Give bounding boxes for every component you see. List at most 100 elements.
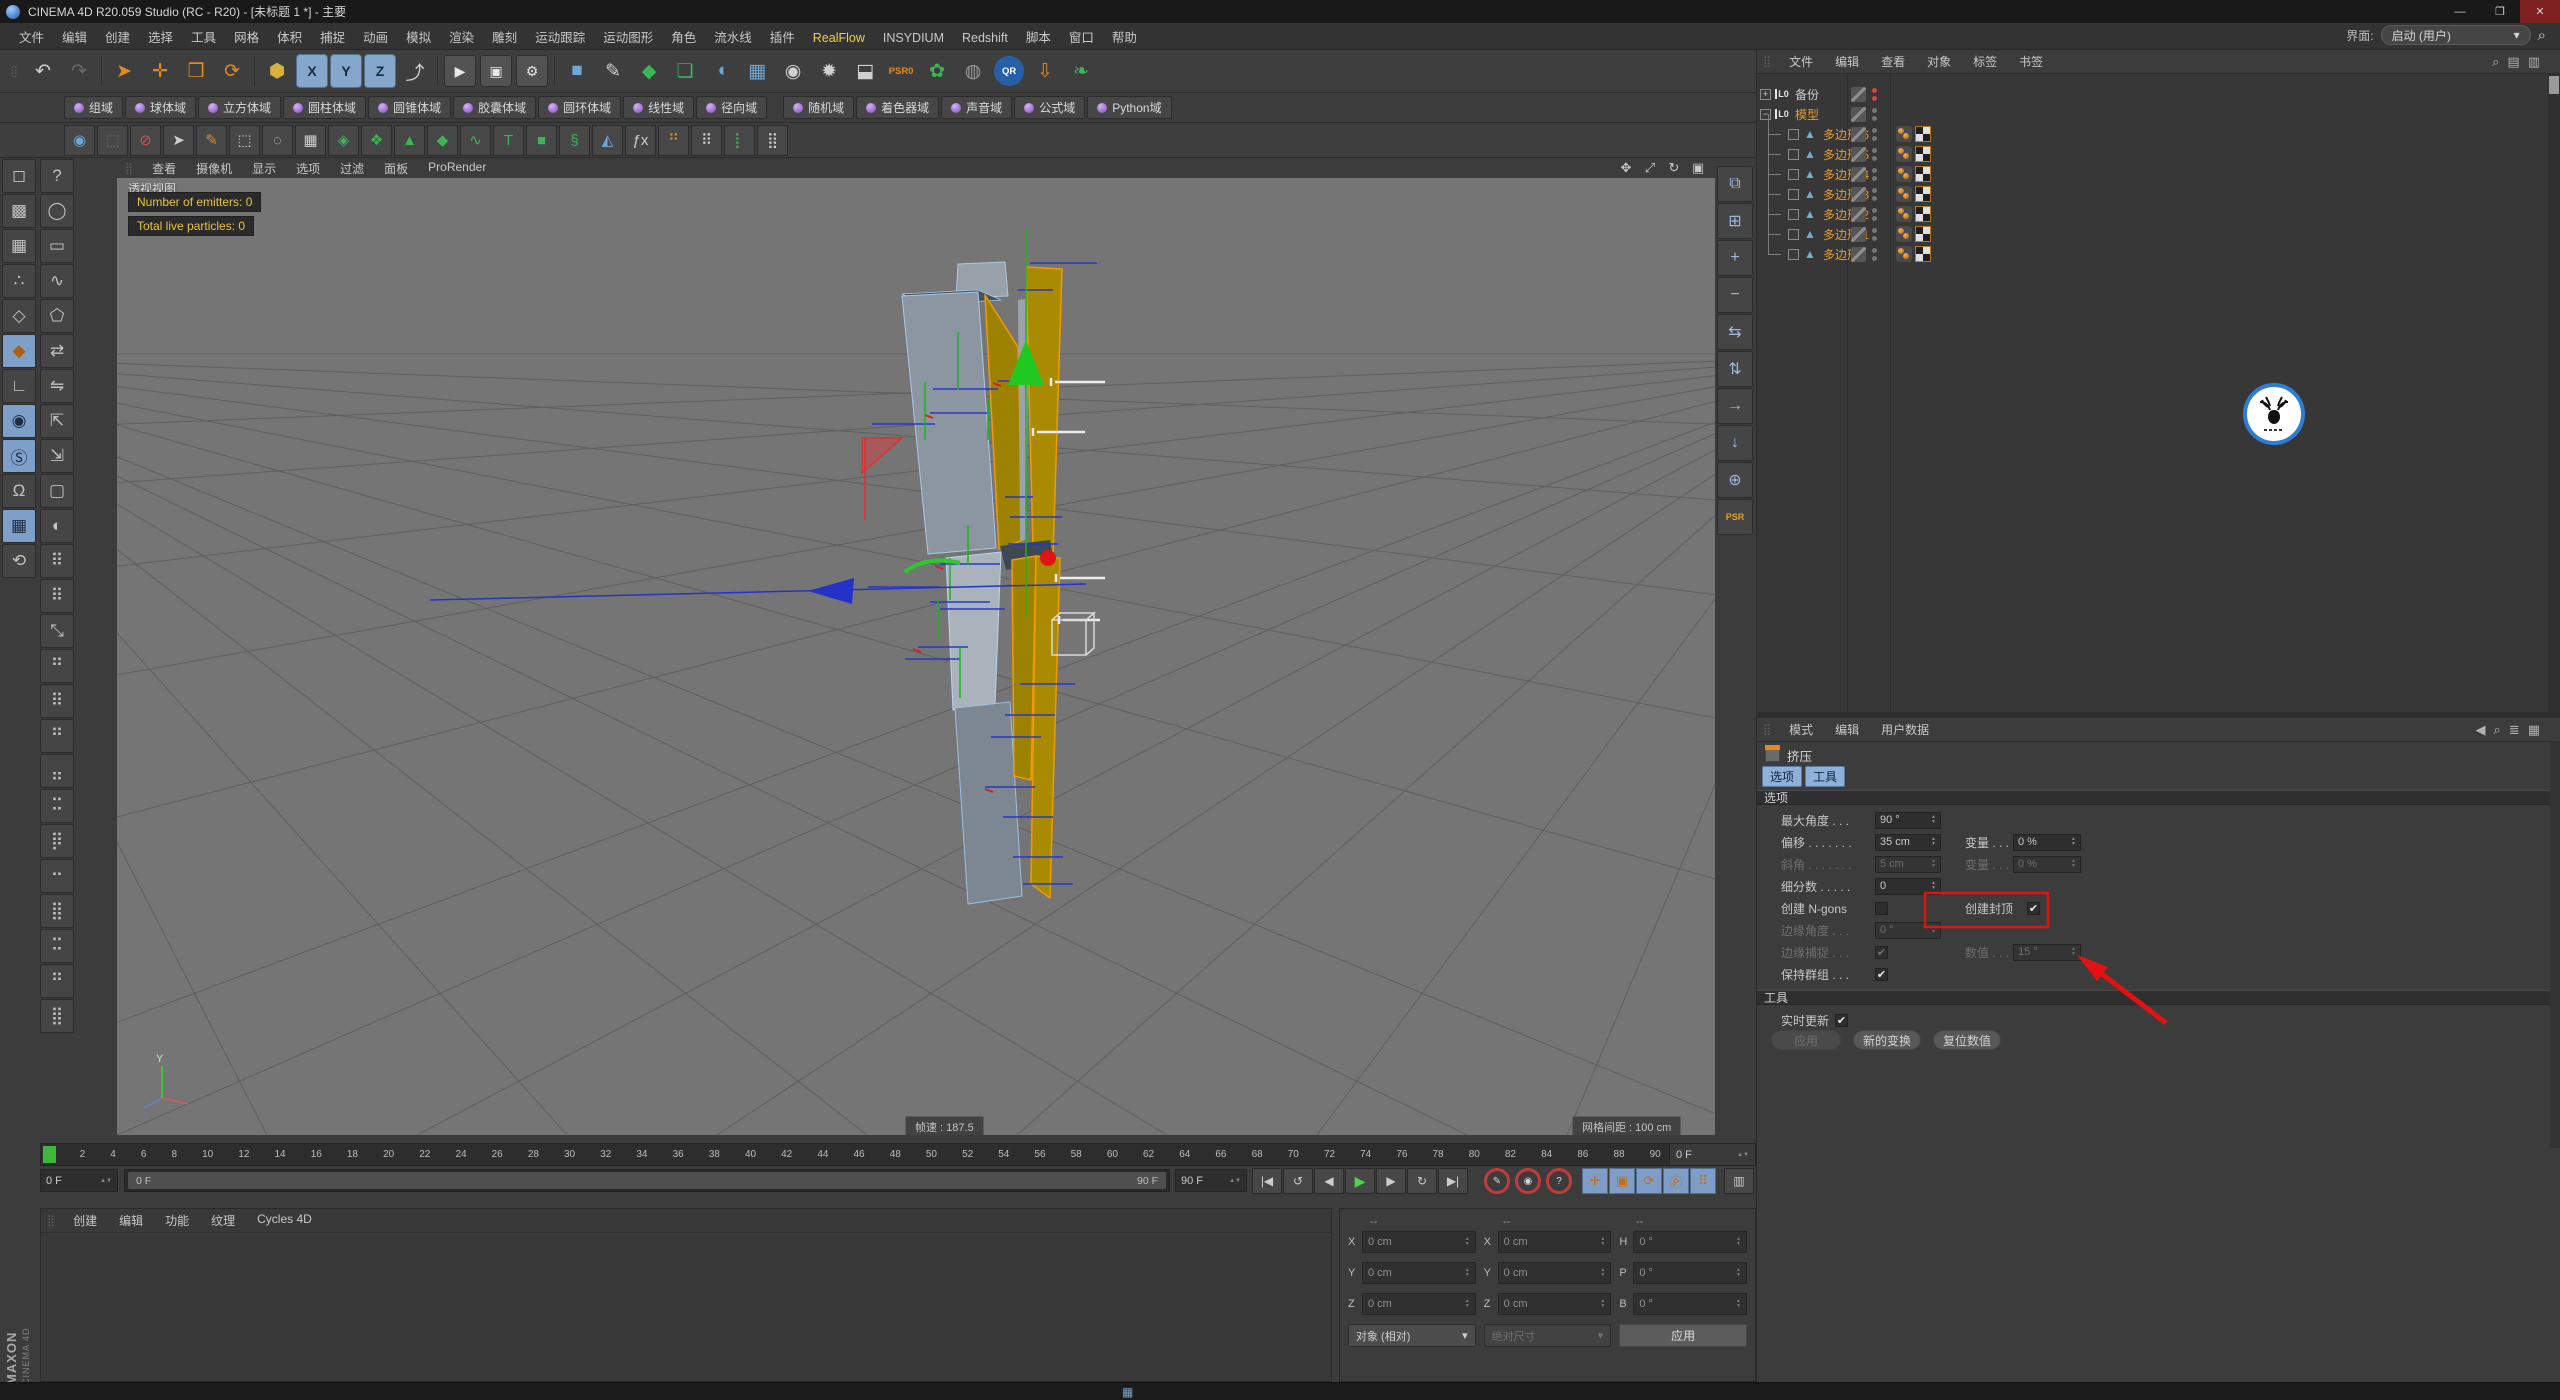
key-scale-icon[interactable]: ▣ <box>1609 1168 1635 1194</box>
menu-item[interactable]: 模拟 <box>397 31 440 45</box>
polygons-mode-icon[interactable]: ◆ <box>2 334 36 368</box>
lock-workplane-icon[interactable]: ▦ <box>2 509 36 543</box>
cloner-icon[interactable]: ◈ <box>328 125 359 156</box>
path-dots-icon[interactable]: ⬚ <box>229 125 260 156</box>
material-grip[interactable]: ⣿ <box>47 1214 54 1227</box>
viewport-solo-icon[interactable]: ◉ <box>2 404 36 438</box>
expander-icon[interactable] <box>1788 169 1799 180</box>
visibility-toggle-icon[interactable] <box>1851 167 1866 182</box>
phong-tag-icon[interactable] <box>1896 166 1912 182</box>
menu-item[interactable]: 雕刻 <box>483 31 526 45</box>
offset-input[interactable]: 35 cm▲▼ <box>1875 834 1941 851</box>
poly-select-icon[interactable]: ⬠ <box>40 299 74 333</box>
render-view-icon[interactable]: ▶ <box>444 55 476 87</box>
toolbar-separator[interactable] <box>250 51 259 91</box>
deformer-icon[interactable]: ◖ <box>703 51 739 91</box>
size-x-input[interactable]: 0 cm▲▼ <box>1498 1231 1612 1253</box>
om-menu-item[interactable]: 标签 <box>1962 53 2008 70</box>
tracer-icon[interactable]: ∿ <box>460 125 491 156</box>
expander-icon[interactable]: + <box>1760 89 1771 100</box>
field-button[interactable]: 随机域 <box>783 96 854 119</box>
object-label[interactable]: 模型 <box>1795 106 1819 123</box>
menu-item[interactable]: 运动跟踪 <box>526 31 594 45</box>
lock-x-axis-icon[interactable]: X <box>296 54 328 88</box>
visibility-dots[interactable] <box>1872 188 1877 201</box>
loop-icon[interactable]: ↻ <box>1407 1168 1437 1194</box>
visibility-dots[interactable] <box>1872 208 1877 221</box>
expander-icon[interactable] <box>1788 209 1799 220</box>
move-tool-icon[interactable]: ✛ <box>142 51 178 91</box>
menu-item[interactable]: 选择 <box>139 31 182 45</box>
uvw-tag-icon[interactable] <box>1915 226 1931 242</box>
rect-select-icon[interactable]: ▭ <box>40 229 74 263</box>
goto-end-icon[interactable]: ▶| <box>1438 1168 1468 1194</box>
dots-pattern-icon[interactable]: ⠛ <box>40 649 74 683</box>
phong-tag-icon[interactable] <box>1896 186 1912 202</box>
psr-strip-icon[interactable]: PSR <box>1717 499 1753 535</box>
coord-apply-button[interactable]: 应用 <box>1619 1324 1747 1347</box>
tools-section-header[interactable]: 工具 <box>1757 990 2550 1005</box>
object-tree-row[interactable]: 多边形.1 <box>1757 224 2546 244</box>
field-button[interactable]: 组域 <box>64 96 123 119</box>
viewport-canvas[interactable]: Y 透视视图 Number of emitters: 0 Total live … <box>117 178 1715 1135</box>
caps-checkbox[interactable]: ✔ <box>2027 902 2040 915</box>
phong-tag-icon[interactable] <box>1896 206 1912 222</box>
viewport-menu-item[interactable]: 查看 <box>142 160 186 177</box>
field-button[interactable]: 着色器域 <box>856 96 939 119</box>
om-search-icon[interactable]: ⌕ <box>2492 54 2499 70</box>
expander-icon[interactable] <box>1788 249 1799 260</box>
menu-item[interactable]: 流水线 <box>705 31 761 45</box>
qr-icon[interactable]: QR <box>994 56 1024 86</box>
attr-list-icon[interactable]: ≣ <box>2509 722 2520 738</box>
viewport-menu-item[interactable]: 摄像机 <box>186 160 242 177</box>
dots-red-icon[interactable]: ⠿ <box>40 544 74 578</box>
menu-item[interactable]: 窗口 <box>1060 31 1103 45</box>
psr-zero-icon[interactable]: PSR0 <box>883 51 919 91</box>
play-icon[interactable]: ▶ <box>1345 1168 1375 1194</box>
view-pan-icon[interactable]: ✥ <box>1617 160 1635 176</box>
visibility-toggle-icon[interactable] <box>1851 87 1866 102</box>
autokey-icon[interactable]: ◉ <box>1515 1168 1541 1194</box>
weight-paint-icon[interactable]: ✎ <box>196 125 227 156</box>
object-tree-row[interactable]: + 备份 <box>1757 84 2546 104</box>
dots-pattern-icon[interactable]: ⣤ <box>40 754 74 788</box>
move-down-icon[interactable]: ↓ <box>1717 425 1753 461</box>
viewport-menu-item[interactable]: 面板 <box>374 160 418 177</box>
om-scrollbar[interactable] <box>2548 74 2560 712</box>
keyframe-options-icon[interactable]: ? <box>1546 1168 1572 1194</box>
lock-y-axis-icon[interactable]: Y <box>330 54 362 88</box>
goto-start-icon[interactable]: |◀ <box>1252 1168 1282 1194</box>
preserve-groups-checkbox[interactable]: ✔ <box>1875 968 1888 981</box>
dots-pattern-icon[interactable]: ⠛ <box>40 719 74 753</box>
uvw-tag-icon[interactable] <box>1915 186 1931 202</box>
points-mode-icon[interactable]: ∴ <box>2 264 36 298</box>
clone-grid-icon[interactable]: ⬚ <box>97 125 128 156</box>
menu-item[interactable]: 体积 <box>268 31 311 45</box>
toolbar-separator[interactable] <box>550 51 559 91</box>
toolbar-separator[interactable] <box>97 51 106 91</box>
rot-h-input[interactable]: 0 °▲▼ <box>1633 1231 1747 1253</box>
expander-icon[interactable] <box>1788 149 1799 160</box>
menu-item[interactable]: 工具 <box>182 31 225 45</box>
effector-icon[interactable]: ƒx <box>625 125 656 156</box>
menu-item[interactable]: 帮助 <box>1103 31 1146 45</box>
apply-button[interactable]: 应用 <box>1771 1030 1841 1050</box>
coord-mode-dropdown[interactable]: 对象 (相对)▾ <box>1348 1324 1476 1347</box>
ellipse-select-icon[interactable]: ◯ <box>40 194 74 228</box>
visibility-dots[interactable] <box>1872 168 1877 181</box>
light-icon[interactable]: ✹ <box>811 51 847 91</box>
expand-selection-icon[interactable]: ⤡ <box>40 614 74 648</box>
taskbar-app-icon[interactable]: ▦ <box>1122 1385 1133 1399</box>
menu-item[interactable]: Redshift <box>953 31 1017 45</box>
attr-menu-item[interactable]: 模式 <box>1778 721 1824 738</box>
dots-pattern-icon[interactable]: ⠭ <box>40 929 74 963</box>
dots-pattern-icon[interactable]: ⠒ <box>40 859 74 893</box>
attr-grid-icon[interactable]: ▦ <box>2528 722 2540 738</box>
max-angle-input[interactable]: 90 °▲▼ <box>1875 812 1941 829</box>
download-icon[interactable]: ⇩ <box>1027 51 1063 91</box>
last-tool-icon[interactable]: ⬢ <box>259 51 295 91</box>
pos-x-input[interactable]: 0 cm▲▼ <box>1362 1231 1476 1253</box>
key-position-icon[interactable]: ✛ <box>1582 1168 1608 1194</box>
move-right-icon[interactable]: → <box>1717 388 1753 424</box>
field-button[interactable]: 径向域 <box>696 96 767 119</box>
